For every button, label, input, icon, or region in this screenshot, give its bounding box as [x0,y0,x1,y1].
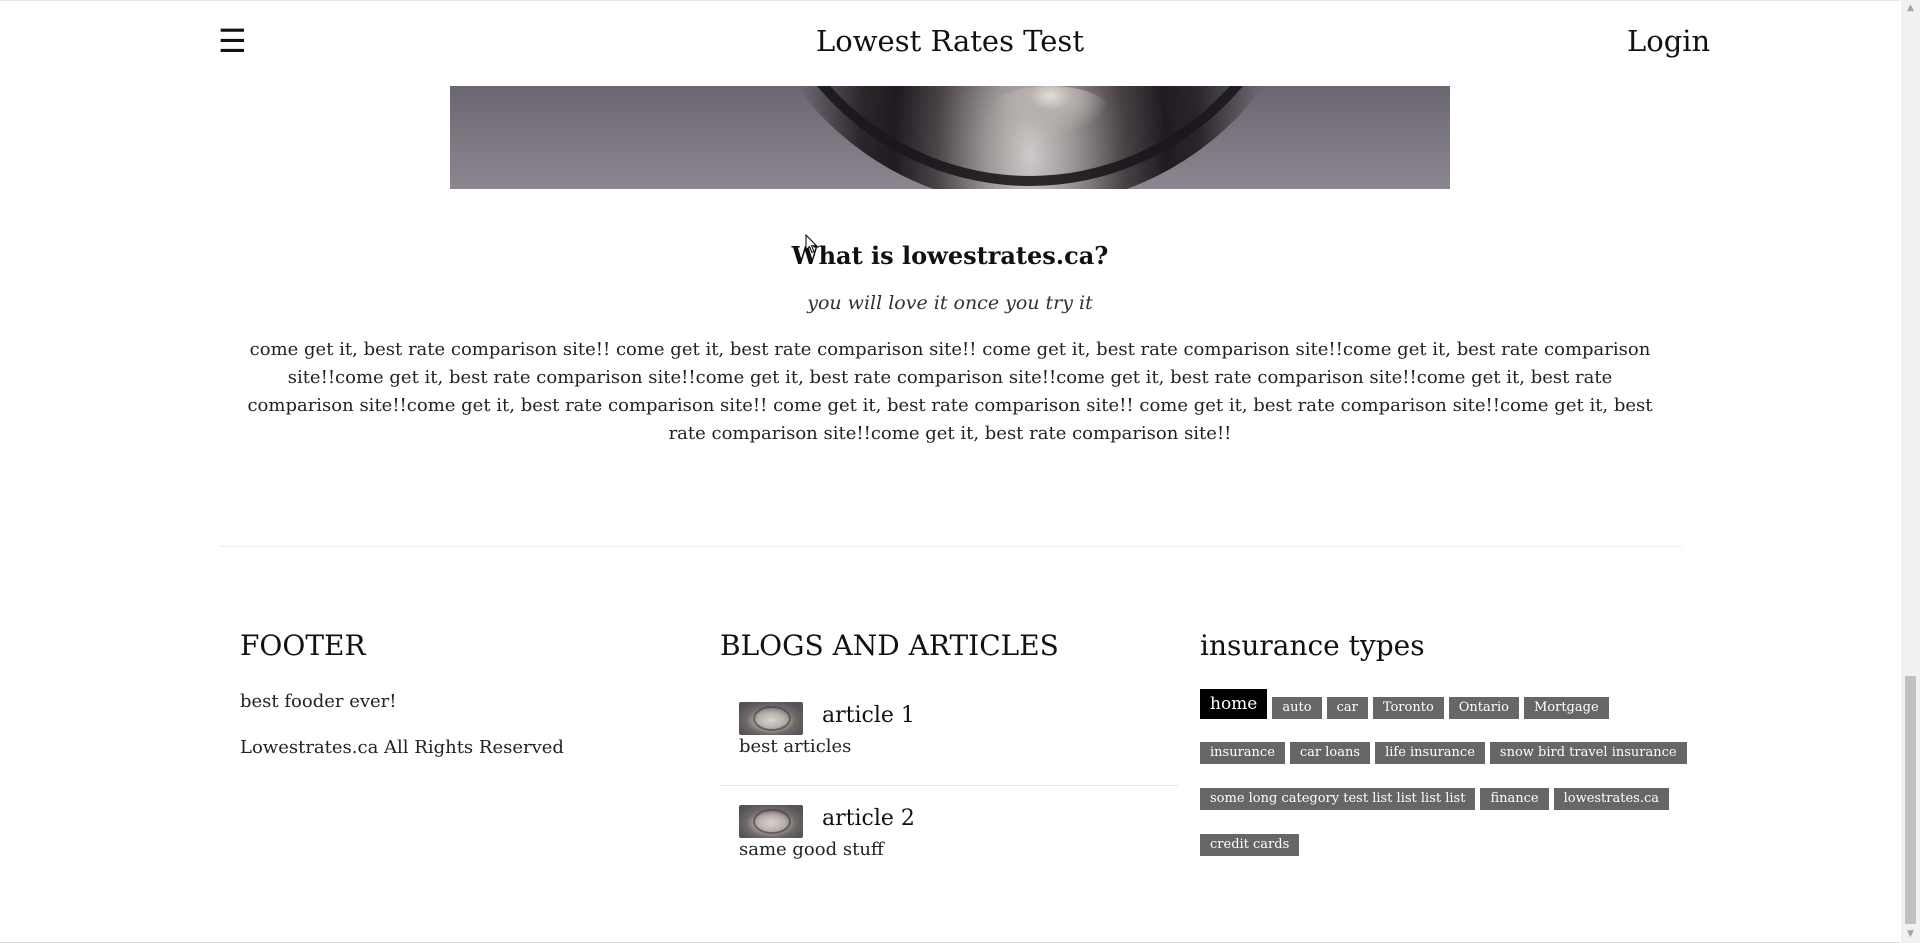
tag-row: credit cards [1200,834,1304,856]
section-body-text: come get it, best rate comparison site!!… [247,339,1653,444]
tag-lowestrates[interactable]: lowestrates.ca [1553,788,1669,810]
tag-life-insurance[interactable]: life insurance [1375,742,1485,764]
section-title: What is lowestrates.ca? [791,241,1109,270]
tag-ontario[interactable]: Ontario [1448,697,1519,719]
tag-row: home auto car Toronto Ontario Mortgage [1200,689,1614,719]
tag-finance[interactable]: finance [1480,788,1549,810]
tag-toronto[interactable]: Toronto [1372,697,1444,719]
insurance-types-title: insurance types [1200,629,1425,662]
coin-shine-shape [990,86,1110,136]
article-thumbnail[interactable] [739,805,803,838]
hero-coin-image [450,86,1450,189]
tag-car[interactable]: car [1326,697,1368,719]
footer-copyright: Lowestrates.ca All Rights Reserved [240,737,564,758]
tag-row: some long category test list list list l… [1200,788,1674,810]
section-divider [220,546,1682,547]
blogs-title: BLOGS AND ARTICLES [720,629,1059,662]
tag-auto[interactable]: auto [1272,697,1322,719]
tag-mortgage[interactable]: Mortgage [1523,697,1609,719]
scroll-down-arrow-icon[interactable]: ▼ [1901,926,1920,943]
page-scrollbar[interactable]: ▲ ▼ [1901,0,1920,943]
footer-title: FOOTER [240,629,366,662]
tag-long-category[interactable]: some long category test list list list l… [1200,788,1476,810]
article-divider [720,785,1178,786]
scroll-up-arrow-icon[interactable]: ▲ [1901,0,1920,17]
login-link[interactable]: Login [1627,21,1710,61]
article-title[interactable]: article 2 [822,805,915,833]
tag-insurance[interactable]: insurance [1200,742,1285,764]
site-title[interactable]: Lowest Rates Test [0,21,1900,61]
article-description: best articles [739,736,852,757]
article-title[interactable]: article 1 [822,702,915,730]
tag-snow-bird-travel-insurance[interactable]: snow bird travel insurance [1489,742,1687,764]
footer-tagline: best fooder ever! [240,691,397,712]
tag-row: insurance car loans life insurance snow bir… [1200,742,1692,764]
article-description: same good stuff [739,839,884,860]
article-item[interactable]: article 2 same good stuff [720,803,1180,903]
tag-car-loans[interactable]: car loans [1289,742,1371,764]
article-thumbnail[interactable] [739,702,803,735]
tag-credit-cards[interactable]: credit cards [1200,834,1300,856]
site-title-text[interactable]: Lowest Rates Test [816,24,1084,58]
section-subtitle: you will love it once you try it [807,292,1093,314]
mouse-cursor-icon [805,234,818,254]
tag-home[interactable]: home [1200,689,1268,719]
scrollbar-thumb[interactable] [1905,676,1916,924]
site-header: ☰ Lowest Rates Test Login [0,1,1900,85]
page: ☰ Lowest Rates Test Login What is lowest… [0,0,1920,943]
